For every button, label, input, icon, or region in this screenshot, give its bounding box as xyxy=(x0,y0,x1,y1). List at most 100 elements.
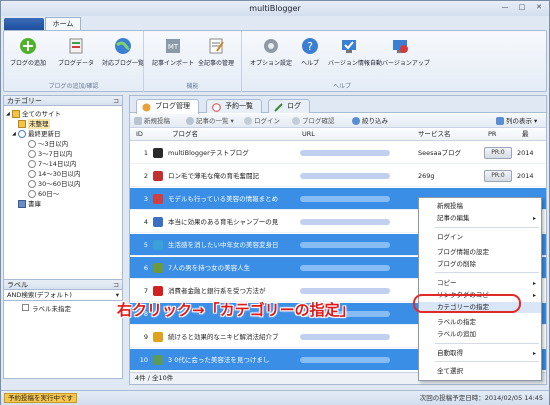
row-date: 2014 xyxy=(517,172,534,180)
pin-icon[interactable]: ⊐ xyxy=(113,96,119,106)
context-menu-item[interactable]: 新規投稿 xyxy=(419,201,541,212)
tab-schedule[interactable]: 予約一覧 xyxy=(206,99,262,113)
col-pr[interactable]: PR xyxy=(488,129,496,140)
minimize-icon[interactable]: — xyxy=(499,2,511,13)
options-button[interactable]: オプション設定 xyxy=(250,36,292,67)
help-button[interactable]: ? ヘルプ xyxy=(300,36,320,67)
folder-icon xyxy=(12,110,20,118)
row-blog-name: 3 0代に会った美容法を見つけまし xyxy=(168,356,270,364)
row-url-blurred xyxy=(300,165,412,187)
blog-data-button[interactable]: ブログデータ xyxy=(58,36,94,67)
context-menu-item[interactable]: 記事の編集 ▸ xyxy=(419,213,541,224)
context-menu-item[interactable]: 自動取得 ▸ xyxy=(419,348,541,359)
redacted-url xyxy=(300,288,390,294)
context-menu-item[interactable]: ラベルの指定 xyxy=(419,317,541,328)
svg-text:MT: MT xyxy=(168,43,179,51)
tree-node-archive[interactable]: 書庫 xyxy=(4,199,122,209)
context-menu-item[interactable]: ログイン xyxy=(419,232,541,243)
context-menu-item[interactable]: コピー ▸ xyxy=(419,278,541,289)
row-url-blurred xyxy=(300,211,412,233)
row-url-blurred xyxy=(300,326,412,348)
archive-icon xyxy=(18,200,26,208)
tree-node-unsorted[interactable]: 未整理 xyxy=(4,119,122,129)
login-button[interactable]: ログイン xyxy=(244,116,280,126)
blog-favicon-icon xyxy=(153,217,163,227)
article-list-button[interactable]: 記事の一覧 ▾ xyxy=(186,116,234,126)
blog-favicon-icon xyxy=(153,194,163,204)
import-articles-button[interactable]: MT 記事インポート xyxy=(152,36,194,67)
tree-node-60days-plus[interactable]: 60日～ xyxy=(4,189,122,199)
context-menu-item[interactable]: ブログの削除 xyxy=(419,259,541,270)
check-icon xyxy=(292,117,300,125)
column-display-button[interactable]: 列の表示 ▾ xyxy=(496,116,537,126)
article-list-icon xyxy=(186,117,194,125)
clock-icon xyxy=(28,160,36,168)
tab-home[interactable]: ホーム xyxy=(45,17,81,31)
close-icon[interactable]: ✕ xyxy=(533,2,545,13)
row-id: 4 xyxy=(143,218,148,226)
new-post-button[interactable]: 新規投稿 xyxy=(134,116,170,126)
globe-icon xyxy=(115,38,131,54)
status-bar: 予約投稿を実行中です 次回の投稿予定日時：2014/02/05 14:45 xyxy=(1,390,549,405)
version-icon xyxy=(341,40,356,53)
search-icon xyxy=(352,117,360,125)
tree-node-last-updated[interactable]: ◢ 最終更新日 xyxy=(4,129,122,139)
manage-articles-button[interactable]: 全記事の管理 xyxy=(198,36,234,67)
maximize-icon[interactable]: □ xyxy=(516,2,528,13)
row-id: 3 xyxy=(143,195,148,203)
status-running: 予約投稿を実行中です xyxy=(4,393,77,403)
col-id[interactable]: ID xyxy=(136,129,143,140)
blog-favicon-icon xyxy=(153,171,163,181)
redacted-url xyxy=(300,265,390,271)
row-date: 2014 xyxy=(517,149,534,157)
row-blog-name: multiBloggerテストブログ xyxy=(168,149,249,157)
pagerank-button[interactable]: PR:0 xyxy=(484,147,512,159)
import-icon: MT xyxy=(166,39,180,53)
and-search-select[interactable]: AND検索(デフォルト) ▾ xyxy=(3,290,123,301)
redacted-url xyxy=(300,196,390,202)
row-blog-name: 本当に効果のある育毛シャンプーの見 xyxy=(168,218,279,226)
filter-button[interactable]: 絞り込み xyxy=(352,116,388,126)
col-url[interactable]: URL xyxy=(302,129,315,140)
callout-highlight xyxy=(413,294,521,313)
tab-log[interactable]: ログ xyxy=(268,99,310,113)
supported-blogs-button[interactable]: 対応ブログ一覧 xyxy=(102,36,144,67)
ribbon-tabs: ホーム xyxy=(1,16,549,31)
context-menu-item[interactable]: ブログ情報の設定 xyxy=(419,247,541,258)
label-checkbox[interactable] xyxy=(22,304,29,311)
file-menu-button[interactable] xyxy=(4,18,44,30)
category-header: カテゴリー ⊐ xyxy=(3,95,123,106)
tree-node-30days[interactable]: 14～30日以内 xyxy=(4,169,122,179)
tree-node-7days[interactable]: 3～7日以内 xyxy=(4,149,122,159)
pin-icon[interactable]: ⊐ xyxy=(113,280,119,290)
tree-node-14days[interactable]: 7～14日以内 xyxy=(4,159,122,169)
tree-node-3days[interactable]: ～3日以内 xyxy=(4,139,122,149)
col-service[interactable]: サービス名 xyxy=(418,129,451,140)
context-menu-label: ブログ情報の設定 xyxy=(437,248,489,256)
redacted-url xyxy=(300,150,390,156)
row-id: 5 xyxy=(143,241,148,249)
context-menu-item[interactable]: ラベルの追加 xyxy=(419,329,541,340)
tree-node-60days[interactable]: 30～60日以内 xyxy=(4,179,122,189)
col-blog-name[interactable]: ブログ名 xyxy=(172,129,198,140)
col-last[interactable]: 最 xyxy=(522,129,529,140)
table-row[interactable]: 2 ロン毛で薄毛な俺の育毛奮闘記 269g PR:0 2014 xyxy=(130,165,546,187)
tree-node-all-sites[interactable]: ◢ 全てのサイト xyxy=(4,109,122,119)
row-url-blurred xyxy=(300,257,412,279)
tab-blog-management[interactable]: ブログ管理 xyxy=(136,99,199,114)
blog-favicon-icon xyxy=(153,286,163,296)
auto-update-button[interactable]: 自動バージョンアップ xyxy=(370,36,430,67)
context-menu-label: 新規投稿 xyxy=(437,202,463,210)
window-title: multiBlogger xyxy=(249,4,301,13)
svg-text:?: ? xyxy=(307,40,313,53)
add-blog-icon xyxy=(20,38,36,54)
row-id: 6 xyxy=(143,264,148,272)
table-row[interactable]: 1 multiBloggerテストブログ Seesaaブログ PR:0 2014 xyxy=(130,142,546,164)
context-menu-item[interactable]: 全て選択 xyxy=(419,366,541,377)
blog-check-button[interactable]: ブログ確認 xyxy=(292,116,335,126)
add-blog-button[interactable]: ブログの追加 xyxy=(10,36,46,67)
ribbon-group-help: オプション設定 ? ヘルプ バージョン情報 自動バージョンアップ ヘルプ xyxy=(242,31,442,92)
pagerank-button[interactable]: PR:0 xyxy=(484,170,512,182)
blog-data-icon xyxy=(69,38,83,54)
version-info-button[interactable]: バージョン情報 xyxy=(328,36,370,67)
